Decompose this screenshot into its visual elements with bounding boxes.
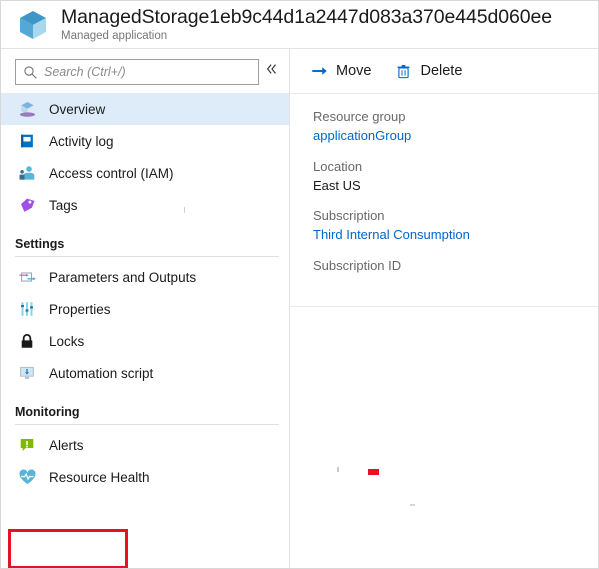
page-title: ManagedStorage1eb9c44d1a2447d083a370e445… bbox=[61, 6, 552, 29]
sidebar-item-locks[interactable]: Locks bbox=[1, 325, 289, 357]
detail-label: Subscription ID bbox=[313, 258, 402, 274]
detail-label: Location bbox=[313, 158, 363, 174]
sidebar-item-alerts[interactable]: Alerts bbox=[1, 429, 289, 461]
access-control-people-icon bbox=[15, 162, 39, 184]
render-artifact bbox=[337, 467, 339, 472]
sidebar-item-tags[interactable]: Tags bbox=[1, 189, 289, 221]
sidebar-item-overview[interactable]: Overview bbox=[1, 93, 289, 125]
sidebar-item-parameters-and-outputs[interactable]: Parameters and Outputs bbox=[1, 261, 289, 293]
sidebar-item-access-control[interactable]: Access control (IAM) bbox=[1, 157, 289, 189]
subscription-link[interactable]: Third Internal Consumption bbox=[313, 226, 598, 245]
detail-label: Resource group bbox=[313, 109, 406, 124]
alerts-highlight-box bbox=[8, 529, 128, 568]
blade-header: ManagedStorage1eb9c44d1a2447d083a370e445… bbox=[1, 1, 598, 49]
managed-application-cube-icon bbox=[9, 3, 57, 47]
sidebar-item-resource-health[interactable]: Resource Health bbox=[1, 461, 289, 493]
sidebar-item-label: Access control (IAM) bbox=[49, 165, 174, 181]
alert-bubble-icon bbox=[15, 434, 39, 456]
sidebar-item-label: Resource Health bbox=[49, 469, 150, 485]
search-icon bbox=[16, 65, 44, 80]
sidebar-item-label: Parameters and Outputs bbox=[49, 269, 197, 285]
delete-button[interactable]: Delete bbox=[393, 61, 462, 81]
move-arrow-icon bbox=[309, 61, 329, 81]
section-divider bbox=[15, 424, 279, 425]
detail-label: Subscription bbox=[313, 208, 385, 224]
double-chevron-left-icon[interactable] bbox=[261, 58, 283, 80]
render-artifact bbox=[368, 469, 379, 475]
subscription-id-value bbox=[313, 276, 598, 293]
azure-portal-blade: ManagedStorage1eb9c44d1a2447d083a370e445… bbox=[0, 0, 599, 569]
section-header-monitoring: Monitoring bbox=[15, 405, 80, 419]
panel-divider bbox=[291, 306, 598, 307]
detail-resource-group: Resource group applicationGroup bbox=[313, 108, 598, 146]
sidebar-item-label: Tags bbox=[49, 197, 78, 213]
section-header-settings: Settings bbox=[15, 237, 65, 251]
search-box[interactable] bbox=[15, 59, 259, 85]
sidebar-item-properties[interactable]: Properties bbox=[1, 293, 289, 325]
detail-subscription: Subscription Third Internal Consumption bbox=[313, 207, 598, 245]
section-divider bbox=[15, 256, 279, 257]
move-button[interactable]: Move bbox=[309, 61, 371, 81]
detail-location: Location East US bbox=[313, 158, 598, 196]
sidebar-item-label: Automation script bbox=[49, 365, 154, 381]
resource-group-link[interactable]: applicationGroup bbox=[313, 127, 598, 146]
automation-script-monitor-icon bbox=[15, 362, 39, 384]
lock-icon bbox=[15, 330, 39, 352]
render-artifact bbox=[410, 504, 415, 506]
overview-panel: Move Delete Resource group applicationGr… bbox=[291, 49, 598, 568]
tag-icon bbox=[15, 194, 39, 216]
resource-details: Resource group applicationGroup Location… bbox=[291, 94, 598, 293]
overview-cube-icon bbox=[15, 98, 39, 120]
search-input[interactable] bbox=[44, 65, 244, 79]
header-text-block: ManagedStorage1eb9c44d1a2447d083a370e445… bbox=[61, 7, 552, 42]
render-artifact bbox=[184, 207, 185, 213]
move-button-label: Move bbox=[336, 63, 372, 79]
location-value: East US bbox=[313, 177, 361, 193]
sidebar-item-label: Activity log bbox=[49, 133, 114, 149]
parameters-outputs-icon bbox=[15, 266, 39, 288]
command-toolbar: Move Delete bbox=[291, 49, 598, 94]
sidebar-nav: Overview Activity log Access control (IA… bbox=[1, 93, 289, 493]
search-row bbox=[1, 49, 289, 85]
sidebar-item-label: Locks bbox=[49, 333, 85, 349]
sidebar-item-label: Properties bbox=[49, 301, 111, 317]
detail-subscription-id: Subscription ID bbox=[313, 257, 598, 293]
page-subtitle: Managed application bbox=[61, 29, 168, 42]
sidebar-item-label: Alerts bbox=[49, 437, 84, 453]
sidebar-item-automation-script[interactable]: Automation script bbox=[1, 357, 289, 389]
activity-log-book-icon bbox=[15, 130, 39, 152]
properties-sliders-icon bbox=[15, 298, 39, 320]
sidebar: Overview Activity log bbox=[1, 49, 290, 568]
delete-button-label: Delete bbox=[420, 63, 463, 79]
sidebar-item-label: Overview bbox=[49, 101, 106, 117]
sidebar-item-activity-log[interactable]: Activity log bbox=[1, 125, 289, 157]
resource-health-heart-icon bbox=[15, 466, 39, 488]
delete-trash-icon bbox=[393, 61, 413, 81]
